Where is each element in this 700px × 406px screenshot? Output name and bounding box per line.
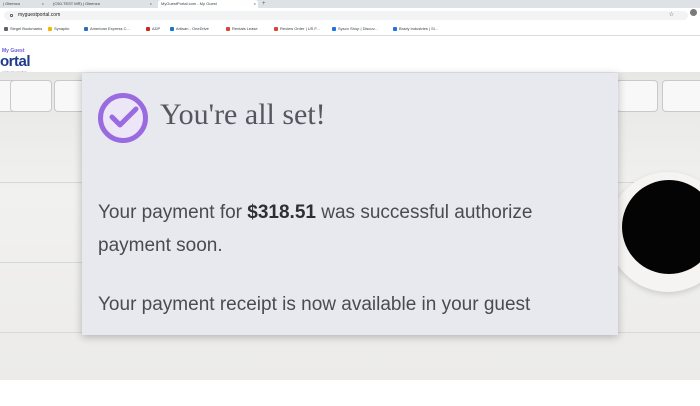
- bookmark-item[interactable]: Artisan - OneDrive: [170, 23, 209, 35]
- tab-label: (C50-TEST MR) | Gleenco: [53, 1, 100, 6]
- page-icon: [274, 26, 278, 31]
- bookmark-star-icon[interactable]: ☆: [669, 11, 674, 20]
- bookmark-item[interactable]: ADP: [146, 23, 160, 35]
- close-icon[interactable]: ×: [150, 0, 152, 8]
- onedrive-icon: [170, 26, 174, 31]
- close-icon[interactable]: ×: [42, 0, 44, 8]
- tab-label: | Gleenco: [3, 1, 21, 6]
- bookmark-item[interactable]: American Express C...: [84, 23, 130, 35]
- confirmation-card: You're all set! Your payment for $318.51…: [82, 73, 618, 335]
- check-circle-icon: [98, 93, 148, 143]
- tab-strip: | Gleenco × (C50-TEST MR) | Gleenco × My…: [0, 0, 700, 8]
- bookmark-item[interactable]: Review Order | US F...: [274, 23, 320, 35]
- sysco-icon: [332, 26, 336, 31]
- folder-icon: [48, 26, 52, 31]
- close-icon[interactable]: ×: [254, 0, 256, 8]
- adp-icon: [146, 26, 150, 31]
- browser-tab-3-active[interactable]: MyGuestPortal.com - My Guest ×: [158, 0, 258, 8]
- browser-tab-2[interactable]: (C50-TEST MR) | Gleenco ×: [50, 0, 154, 8]
- bookmark-item[interactable]: Sysco Shop | Discov...: [332, 23, 378, 35]
- page-icon: [226, 26, 230, 31]
- tab-label: MyGuestPortal.com - My Guest: [161, 1, 217, 6]
- bookmarks-bar: Siegel Bookmarks Synaptic American Expre…: [0, 23, 700, 36]
- browser-toolbar: myguestportal.com ☆: [0, 8, 700, 23]
- profile-avatar[interactable]: [690, 9, 697, 16]
- url-text: myguestportal.com: [18, 12, 61, 18]
- payment-status-line: Your payment for $318.51 was successful …: [98, 202, 533, 223]
- logo-wordmark: ortal: [0, 53, 31, 70]
- lock-icon[interactable]: [10, 14, 13, 17]
- bookmark-item[interactable]: Synaptic: [48, 23, 69, 35]
- site-header: My Guest ortal a Gleenco product: [0, 36, 700, 74]
- coffee-cup-image: [608, 172, 700, 292]
- amex-icon: [84, 26, 88, 31]
- payment-amount: $318.51: [247, 202, 316, 223]
- bookmark-item[interactable]: Siegel Bookmarks: [4, 23, 42, 35]
- payment-status-line-2: payment soon.: [98, 235, 223, 256]
- browser-tab-1[interactable]: | Gleenco ×: [0, 0, 46, 8]
- page-footer: [0, 380, 700, 406]
- confirmation-title: You're all set!: [160, 98, 326, 131]
- bookmark-item[interactable]: Brady Industries | Si...: [393, 23, 438, 35]
- globe-icon: [393, 26, 397, 31]
- bookmark-item[interactable]: Rentals Lease: [226, 23, 258, 35]
- receipt-notice: Your payment receipt is now available in…: [98, 294, 531, 315]
- new-tab-button[interactable]: +: [262, 0, 266, 8]
- address-bar[interactable]: myguestportal.com ☆: [4, 11, 688, 20]
- grid-icon: [4, 26, 8, 31]
- page-content: My Guest ortal a Gleenco product You're …: [0, 36, 700, 380]
